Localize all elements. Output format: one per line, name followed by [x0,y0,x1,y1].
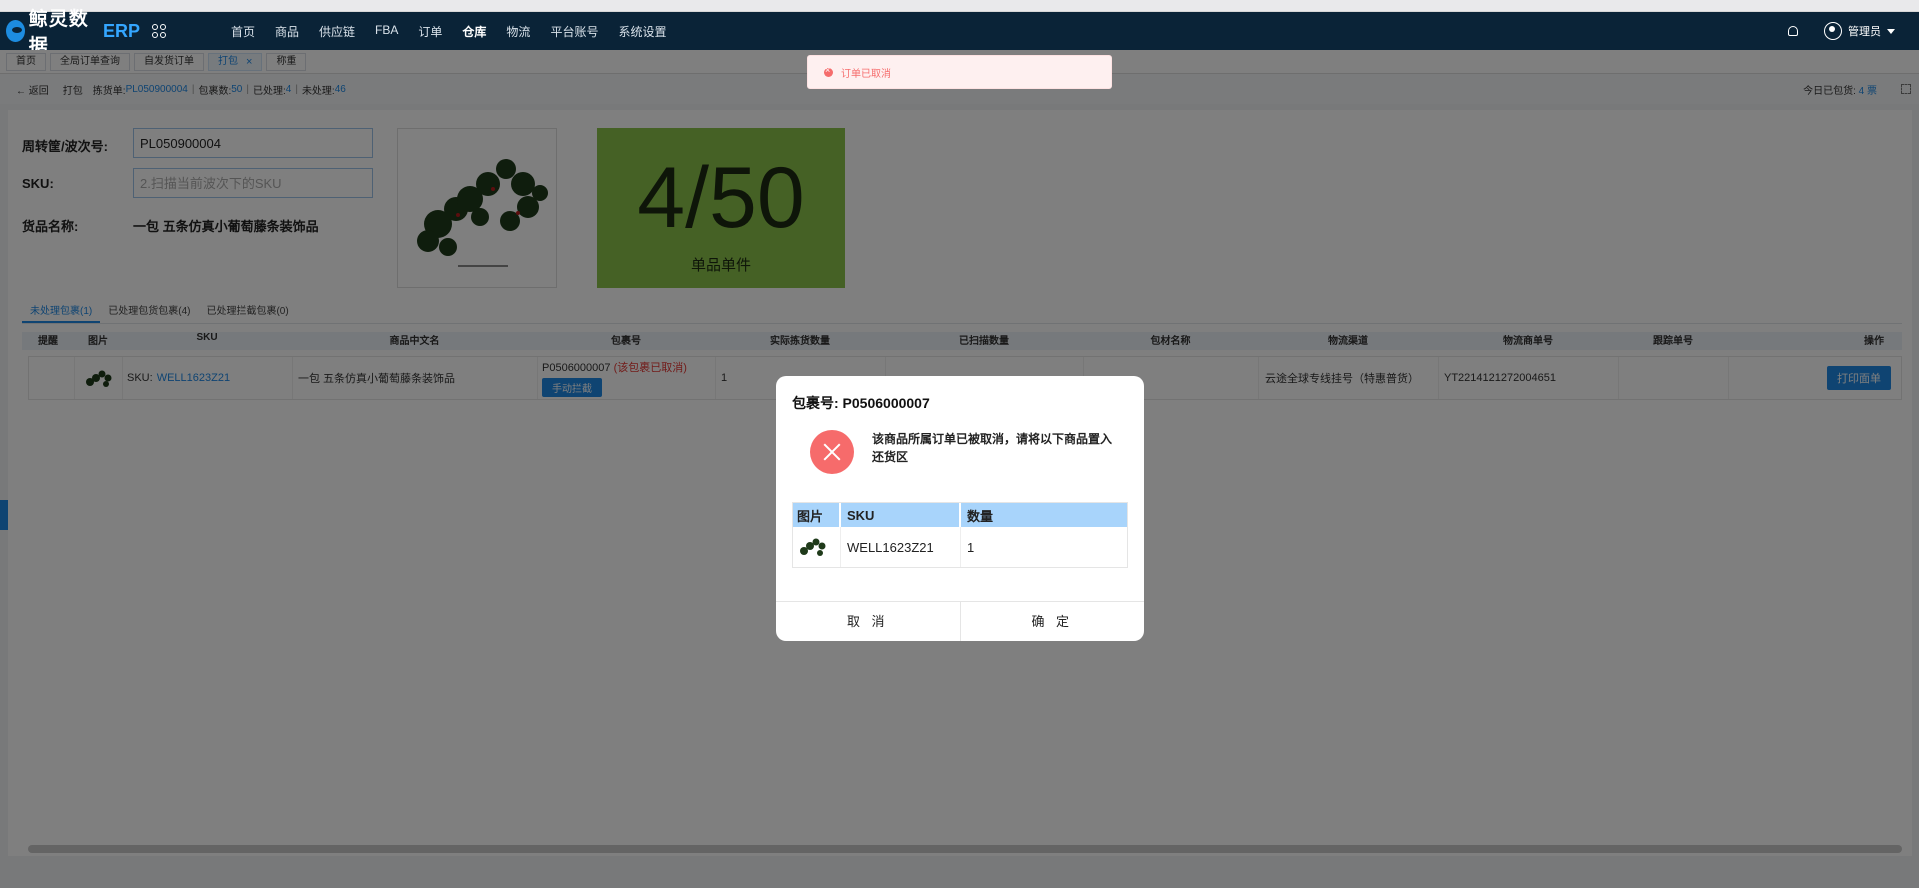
whale-logo-icon [6,20,25,42]
bell-icon[interactable] [1788,26,1798,36]
nav-system-settings[interactable]: 系统设置 [618,23,666,40]
apps-icon[interactable] [152,24,166,38]
table-row: WELL1623Z21 1 [793,527,1127,567]
col-sku: SKU [841,503,961,527]
cell-sku: WELL1623Z21 [841,527,961,567]
error-circle-icon [824,65,833,77]
cancelled-order-dialog: 包裹号: P0506000007 该商品所属订单已被取消，请将以下商品置入还货区… [776,376,1144,641]
cancel-button[interactable]: 取 消 [776,602,960,641]
main-nav: 首页 商品 供应链 FBA 订单 仓库 物流 平台账号 系统设置 [231,23,686,40]
nav-products[interactable]: 商品 [275,23,299,40]
nav-logistics[interactable]: 物流 [506,23,530,40]
nav-fba[interactable]: FBA [375,23,398,40]
nav-home[interactable]: 首页 [231,23,255,40]
user-name[interactable]: 管理员 [1848,23,1881,39]
user-avatar-icon[interactable] [1824,22,1842,40]
top-header: 鲸灵数据 ERP 首页 商品 供应链 FBA 订单 仓库 物流 平台账号 系统设… [0,9,1919,57]
browser-strip [0,0,1919,12]
grape-vine-icon [800,538,826,556]
nav-supply-chain[interactable]: 供应链 [319,23,355,40]
cell-image [793,527,841,567]
col-qty: 数量 [967,508,994,524]
dialog-title: 包裹号: P0506000007 [792,395,930,411]
col-image: 图片 [793,503,841,527]
return-items-table: 图片 SKU 数量 WELL1623Z21 1 [792,502,1128,568]
confirm-button[interactable]: 确 定 [959,602,1145,641]
nav-warehouse[interactable]: 仓库 [462,23,486,40]
dialog-table-header: 图片 SKU 数量 [793,503,1127,527]
toast-message: 订单已取消 [841,68,891,80]
nav-orders[interactable]: 订单 [418,23,442,40]
nav-platform-accounts[interactable]: 平台账号 [550,23,598,40]
cell-qty: 1 [967,539,975,555]
logo[interactable]: 鲸灵数据 ERP [0,9,166,57]
error-x-icon [810,430,854,474]
logo-erp: ERP [102,20,140,41]
dialog-message: 该商品所属订单已被取消，请将以下商品置入还货区 [872,432,1113,464]
chevron-down-icon[interactable] [1887,28,1895,34]
error-toast: 订单已取消 [807,55,1112,89]
dialog-footer: 取 消 确 定 [776,601,1144,641]
